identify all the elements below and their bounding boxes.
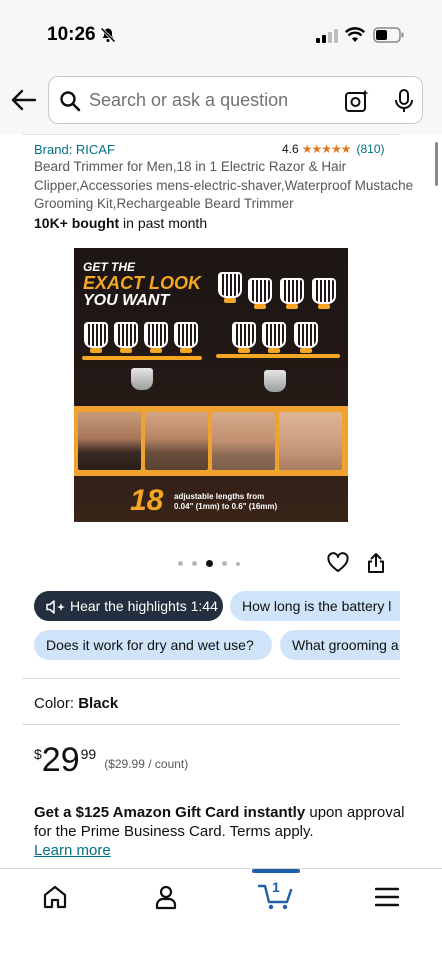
bell-off-icon: [100, 27, 116, 43]
product-title: Beard Trimmer for Men,18 in 1 Electric R…: [34, 159, 414, 211]
back-arrow-icon[interactable]: [10, 86, 38, 114]
status-time: 10:26: [47, 24, 96, 45]
cart-count-badge: 1: [272, 879, 280, 895]
decorative-swoosh: [216, 354, 340, 358]
promo-headline: Get a $125 Amazon Gift Card instantly: [34, 804, 306, 821]
star-rating-icon: ★★★★★: [301, 142, 352, 156]
carousel-dot[interactable]: [222, 561, 227, 566]
bought-count: 10K+ bought: [34, 215, 120, 231]
search-icon: [60, 91, 81, 112]
status-bar: 10:26: [0, 0, 442, 66]
divider: [22, 724, 400, 725]
guide-comb-icon: [312, 278, 336, 309]
search-box[interactable]: [48, 76, 423, 124]
profile-icon[interactable]: [154, 884, 178, 910]
image-headline-2: EXACT LOOK: [83, 273, 202, 293]
credit-card-promo: Get a $125 Amazon Gift Card instantly up…: [34, 803, 414, 860]
image-headline-3: YOU WANT: [83, 292, 170, 309]
lengths-caption-line-1: adjustable lengths from: [174, 492, 265, 501]
question-chip-grooming[interactable]: What grooming a: [280, 630, 400, 660]
carousel-dot[interactable]: [178, 561, 183, 566]
guide-comb-icon: [248, 278, 272, 309]
divider: [22, 678, 400, 679]
active-tab-indicator: [252, 869, 300, 873]
rating-value: 4.6: [282, 142, 299, 156]
carousel-dot-active[interactable]: [206, 560, 213, 567]
image-headline-1: GET THE: [83, 260, 136, 274]
question-chip-grooming-label: What grooming a: [292, 637, 399, 653]
carousel-dot[interactable]: [236, 561, 240, 566]
guide-comb-icon: [84, 322, 108, 353]
price: $ 29 99 ($29.99 / count): [34, 742, 188, 778]
bottom-navigation: 1: [0, 868, 442, 960]
share-icon[interactable]: [366, 552, 386, 574]
price-whole: 29: [41, 741, 80, 779]
guide-comb-icon: [174, 322, 198, 353]
carousel-dots[interactable]: [178, 560, 240, 567]
beard-style-photo: [145, 412, 208, 470]
color-selection[interactable]: Color: Black: [34, 695, 118, 712]
guide-comb-icon: [144, 322, 168, 353]
guide-comb-icon: [262, 322, 286, 353]
lengths-caption-line-2: 0.04" (1mm) to 0.6" (16mm): [174, 502, 278, 511]
learn-more-link[interactable]: Learn more: [34, 842, 111, 859]
hear-highlights-button[interactable]: Hear the highlights 1:44: [34, 591, 223, 621]
bought-in-past-month: 10K+ bought in past month: [34, 215, 207, 231]
search-header: [0, 66, 442, 134]
battery-icon: [373, 27, 404, 43]
question-chip-dry-wet-label: Does it work for dry and wet use?: [46, 637, 254, 653]
beard-style-photo: [212, 412, 275, 470]
rating-count[interactable]: (810): [356, 142, 384, 156]
product-image[interactable]: GET THE EXACT LOOK YOU WANT 18 adjustabl…: [74, 248, 348, 522]
wifi-icon: [345, 27, 365, 42]
camera-search-icon[interactable]: [344, 88, 370, 114]
color-label: Color:: [34, 695, 75, 712]
home-icon[interactable]: [42, 884, 68, 910]
guide-comb-icon: [232, 322, 256, 353]
price-symbol: $: [34, 746, 42, 762]
price-per-unit: ($29.99 / count): [104, 757, 189, 771]
beard-style-photo: [279, 412, 342, 470]
guide-comb-icon: [114, 322, 138, 353]
cellular-signal-icon: [316, 29, 338, 43]
menu-icon[interactable]: [375, 886, 399, 908]
guide-comb-icon: [218, 272, 242, 303]
trimmer-head-icon: [264, 370, 286, 392]
question-chip-battery[interactable]: How long is the battery l: [230, 591, 400, 621]
search-input[interactable]: [89, 77, 339, 123]
bought-suffix: in past month: [119, 215, 208, 231]
lengths-count: 18: [130, 484, 164, 517]
carousel-dot[interactable]: [192, 561, 197, 566]
price-fraction: 99: [80, 746, 97, 762]
lengths-caption: adjustable lengths from 0.04" (1mm) to 0…: [174, 492, 334, 512]
rating-summary[interactable]: 4.6 ★★★★★ (810): [282, 142, 385, 156]
question-chip-battery-label: How long is the battery l: [242, 598, 392, 614]
scrollbar[interactable]: [435, 142, 438, 186]
trimmer-head-icon: [131, 368, 153, 390]
brand-link[interactable]: Brand: RICAF: [34, 142, 115, 157]
beard-style-photo: [78, 412, 141, 470]
divider: [22, 134, 400, 135]
decorative-swoosh: [82, 356, 202, 360]
heart-icon[interactable]: [327, 552, 349, 574]
guide-comb-icon: [294, 322, 318, 353]
question-chip-dry-wet[interactable]: Does it work for dry and wet use?: [34, 630, 272, 660]
speaker-sparkle-icon: [46, 600, 65, 615]
microphone-icon[interactable]: [393, 88, 415, 114]
hear-highlights-label: Hear the highlights 1:44: [70, 598, 218, 614]
guide-comb-icon: [280, 278, 304, 309]
color-value: Black: [78, 695, 119, 712]
